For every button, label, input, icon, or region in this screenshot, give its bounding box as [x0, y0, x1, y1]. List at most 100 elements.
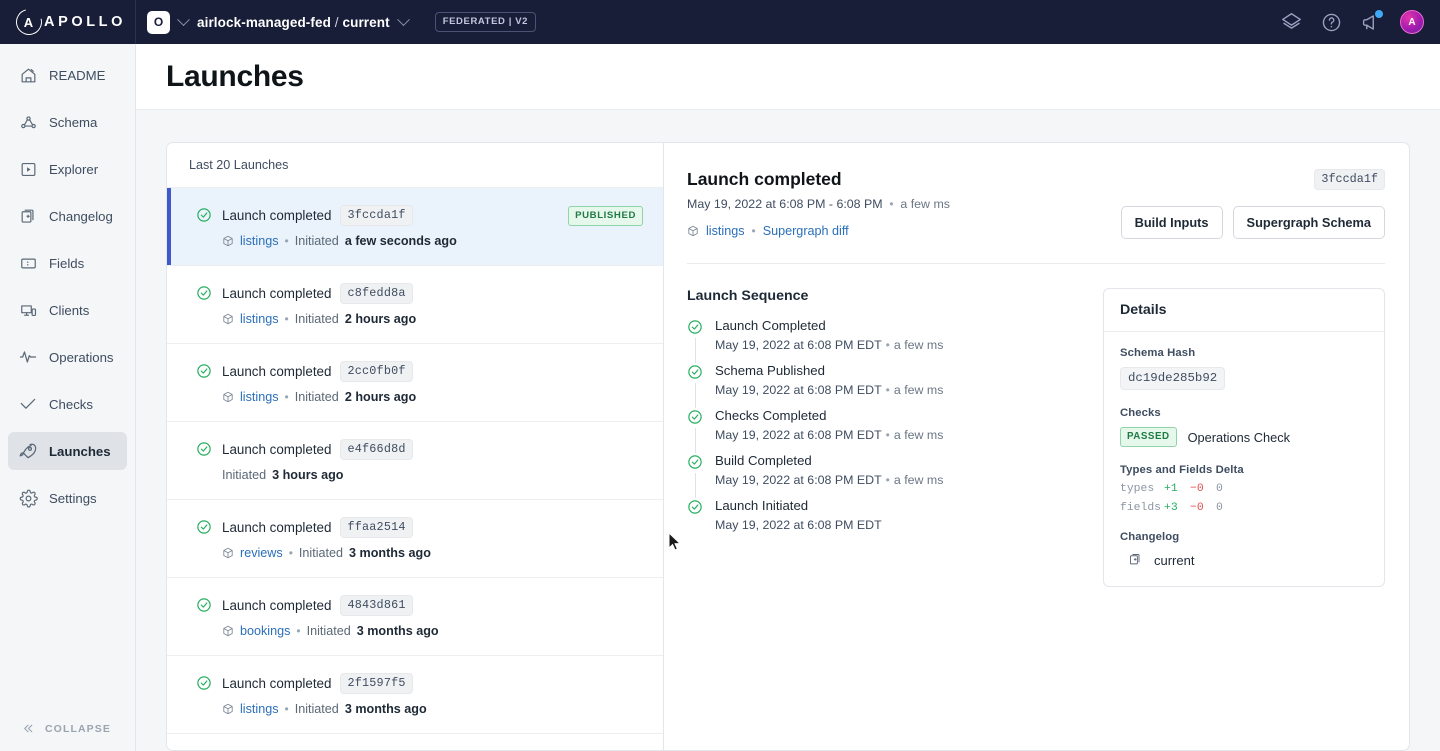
launches-card: Last 20 Launches Launch completed 3fccda1…: [166, 142, 1410, 751]
launch-item-meta: listings • Initiated a few seconds ago: [196, 234, 643, 248]
detail-graph-link[interactable]: listings: [706, 224, 745, 238]
launch-item-hash: 2f1597f5: [340, 673, 413, 694]
launch-list-item[interactable]: Launch completed c8fedd8a listings • Initiat…: [167, 266, 663, 344]
launch-list-item[interactable]: Launch completed 2cc0fb0f listings • Initiat…: [167, 344, 663, 422]
apollo-logo[interactable]: A APOLLO: [0, 0, 136, 44]
separator-dot: •: [751, 223, 756, 238]
launch-list-item[interactable]: Launch completed8fea4d72: [167, 734, 663, 750]
sidebar-item-label: Explorer: [49, 161, 99, 177]
sidebar-item-readme[interactable]: README: [8, 56, 127, 94]
status-check-icon: [196, 285, 213, 302]
separator-dot: •: [284, 234, 289, 248]
schema-hash-label: Schema Hash: [1120, 347, 1196, 359]
delta-key: fields: [1120, 502, 1162, 514]
delta-removed: −0: [1190, 483, 1204, 495]
separator-dot: •: [885, 473, 890, 487]
apollo-logo-letter: A: [24, 14, 34, 30]
help-circle-icon[interactable]: [1320, 11, 1342, 33]
sidebar-item-launches[interactable]: Launches: [8, 432, 127, 470]
sequence-step-label: Launch Initiated: [715, 498, 809, 513]
graph-breadcrumb[interactable]: airlock-managed-fed / current: [197, 15, 390, 30]
sidebar-item-checks[interactable]: Checks: [8, 385, 127, 423]
org-dropdown-toggle[interactable]: [170, 7, 197, 37]
launch-list-item[interactable]: Launch completed 2f1597f5 listings • Initiat…: [167, 656, 663, 734]
separator-dot: •: [885, 383, 890, 397]
launch-item-hash: c8fedd8a: [340, 283, 413, 304]
page-title: Launches: [166, 59, 304, 93]
sidebar-item-label: Launches: [49, 443, 111, 459]
sequence-step-meta: May 19, 2022 at 6:08 PM EDT • a few ms: [715, 383, 1079, 397]
launch-item-title: Launch completed: [222, 364, 332, 379]
top-bar: A APOLLO O airlock-managed-fed / current…: [0, 0, 1440, 44]
status-check-icon: [196, 519, 213, 536]
avatar-initial: A: [1408, 16, 1416, 28]
launch-item-time: 3 months ago: [344, 702, 427, 716]
apollo-logo-icon: A: [11, 4, 47, 40]
cube-icon: [687, 225, 699, 237]
launch-list-item[interactable]: Launch completed ffaa2514 reviews • Initiate…: [167, 500, 663, 578]
user-avatar[interactable]: A: [1400, 10, 1424, 34]
launch-item-graph-link[interactable]: listings: [240, 702, 279, 716]
notification-dot: [1375, 10, 1383, 18]
sidebar-item-explorer[interactable]: Explorer: [8, 150, 127, 188]
launch-list[interactable]: Launch completed 3fccda1f PUBLISHED listing…: [167, 188, 663, 750]
check-result-row[interactable]: PASSED Operations Check: [1120, 427, 1368, 447]
sidebar-item-settings[interactable]: Settings: [8, 479, 127, 517]
initiated-label: Initiated: [294, 390, 339, 404]
supergraph-diff-link[interactable]: Supergraph diff: [763, 224, 849, 238]
sidebar-item-operations[interactable]: Operations: [8, 338, 127, 376]
launch-item-meta: listings • Initiated 3 months ago: [196, 702, 643, 716]
graph-variant-label: current: [342, 14, 390, 30]
chevron-down-icon: [396, 12, 410, 26]
separator-dot: •: [885, 338, 890, 352]
status-check-icon: [196, 675, 213, 692]
sidebar-item-label: Changelog: [49, 208, 113, 224]
launch-item-meta: bookings • Initiated 3 months ago: [196, 624, 643, 638]
delta-key: types: [1120, 483, 1155, 495]
status-check-icon: [687, 454, 703, 470]
status-check-icon: [196, 363, 213, 380]
launch-item-graph-link[interactable]: listings: [240, 234, 279, 248]
delta-unchanged: 0: [1216, 483, 1223, 495]
top-bar-center: O airlock-managed-fed / current FEDERATE…: [136, 7, 1280, 37]
graph-dropdown-toggle[interactable]: [390, 7, 417, 37]
sidebar-item-changelog[interactable]: Changelog: [8, 197, 127, 235]
status-check-icon: [687, 409, 703, 425]
changelog-icon: [1128, 552, 1144, 568]
delta-added: +3: [1164, 502, 1178, 514]
detail-duration: a few ms: [900, 197, 950, 211]
stack-layers-icon[interactable]: [1280, 11, 1302, 33]
status-check-icon: [196, 207, 213, 224]
launch-list-item[interactable]: Launch completed 4843d861 bookings • Initiat…: [167, 578, 663, 656]
collapse-label: COLLAPSE: [45, 722, 111, 735]
launch-list-item[interactable]: Launch completed 3fccda1f PUBLISHED listing…: [167, 188, 663, 266]
sidebar-collapse-button[interactable]: COLLAPSE: [0, 722, 135, 735]
status-badge: PASSED: [1120, 427, 1177, 447]
apollo-wordmark: APOLLO: [44, 13, 127, 30]
megaphone-icon[interactable]: [1360, 10, 1383, 33]
launch-item-graph-link[interactable]: reviews: [240, 546, 283, 560]
sidebar-item-clients[interactable]: Clients: [8, 291, 127, 329]
launch-item-time: 2 hours ago: [344, 390, 417, 404]
launch-item-title: Launch completed: [222, 676, 332, 691]
supergraph-schema-button[interactable]: Supergraph Schema: [1232, 206, 1385, 239]
readme-icon: [18, 65, 38, 85]
breadcrumb-separator: /: [330, 14, 343, 30]
org-badge[interactable]: O: [147, 10, 170, 34]
launch-list-item[interactable]: Launch completed e4f66d8d Initiated 3 hours…: [167, 422, 663, 500]
status-check-icon: [687, 499, 703, 515]
launch-sequence-item: Launch Initiated May 19, 2022 at 6:08 PM …: [687, 498, 1079, 532]
changelog-item[interactable]: current: [1120, 552, 1368, 568]
launch-item-graph-link[interactable]: listings: [240, 390, 279, 404]
launch-item-time: a few seconds ago: [344, 234, 457, 248]
initiated-label: Initiated: [306, 624, 351, 638]
build-inputs-button[interactable]: Build Inputs: [1120, 206, 1223, 239]
sidebar-item-label: README: [49, 67, 106, 83]
sidebar-item-label: Fields: [49, 255, 85, 271]
sidebar-item-fields[interactable]: Fields: [8, 244, 127, 282]
sequence-step-time: May 19, 2022 at 6:08 PM EDT: [715, 473, 882, 487]
separator-dot: •: [284, 390, 289, 404]
launch-item-graph-link[interactable]: listings: [240, 312, 279, 326]
launch-item-graph-link[interactable]: bookings: [240, 624, 290, 638]
sidebar-item-schema[interactable]: Schema: [8, 103, 127, 141]
